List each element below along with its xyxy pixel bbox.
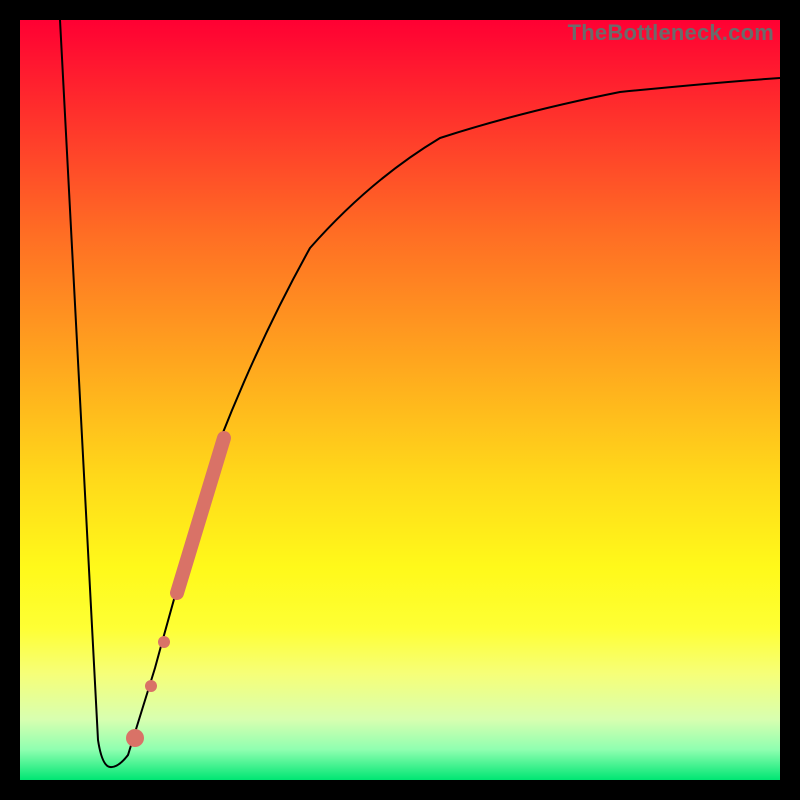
- highlight-dot: [158, 636, 170, 648]
- bottleneck-curve: [60, 20, 780, 767]
- highlight-dot: [126, 729, 144, 747]
- highlight-thick-segment: [177, 438, 224, 593]
- highlight-dot: [145, 680, 157, 692]
- chart-svg: [20, 20, 780, 780]
- chart-frame: TheBottleneck.com: [0, 0, 800, 800]
- plot-area: TheBottleneck.com: [20, 20, 780, 780]
